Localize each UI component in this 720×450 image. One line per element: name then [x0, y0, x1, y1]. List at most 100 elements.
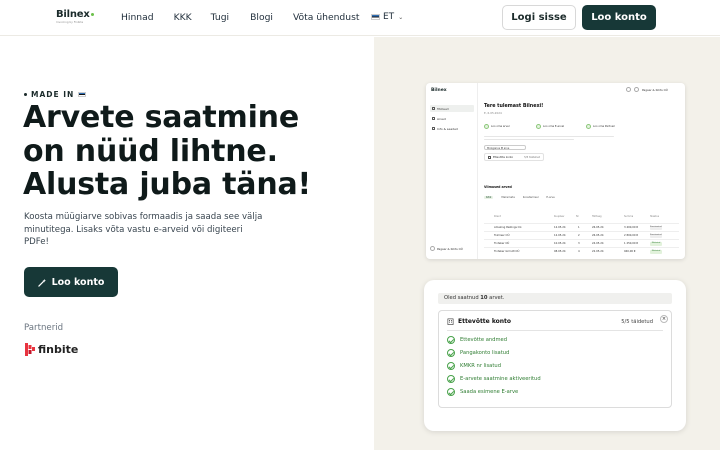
app-box-label: Ettevõtte konto	[493, 155, 514, 159]
app-company-box: Ettevõtte konto 5/5 täidetud	[484, 153, 544, 161]
app-col-header: Tähtaeg	[592, 215, 602, 218]
hero-signup-button[interactable]: Loo konto	[24, 267, 118, 297]
made-in-label: MADE IN	[24, 90, 87, 99]
logo-subtitle: Invoicing by Finbite	[56, 21, 84, 24]
help-icon	[634, 87, 639, 92]
app-tab: E-arve	[546, 196, 555, 199]
nav-link-kkk[interactable]: KKK	[174, 12, 192, 23]
checklist-label: Ettevõtte andmed	[460, 337, 507, 343]
app-sidebar-label: Arved	[437, 116, 446, 121]
finbite-text: finbite	[38, 343, 79, 356]
nav-link-contact[interactable]: Võta ühendust	[293, 12, 360, 23]
row-status-badge: Makstud	[650, 250, 662, 254]
logo-text: Bilnex	[56, 9, 90, 20]
step-check-icon	[536, 124, 541, 129]
row-client: Amazing Pastings Oü	[494, 226, 522, 229]
app-logo: Bilnex	[431, 88, 447, 93]
checklist-item: Saada esimene E-arve	[447, 388, 518, 396]
hero-signup-label: Loo konto	[51, 276, 105, 288]
nav-link-tugi[interactable]: Tugi	[211, 12, 229, 23]
app-sidebar-item-invoices: Arved	[430, 115, 474, 122]
gear-icon	[432, 127, 435, 130]
row-due: 22.05.24	[592, 250, 604, 253]
site-header: Bilnex Invoicing by Finbite Hinnad KKK T…	[0, 0, 720, 36]
checklist-label: E-arvete saatmine aktiveeritud	[460, 376, 541, 382]
check-circle-icon	[447, 362, 455, 370]
row-date: 08.05.24	[554, 250, 566, 253]
app-tab: Koostamisel	[522, 196, 539, 199]
logo-dot-icon	[90, 13, 94, 16]
divider	[447, 330, 663, 331]
app-col-header: Staatus	[650, 215, 660, 218]
row-status-badge: Koostamisel	[650, 226, 663, 230]
app-tab: Kõik	[484, 196, 494, 199]
check-circle-icon	[447, 336, 455, 344]
row-sum: 940,00 €	[624, 250, 636, 253]
building-icon	[488, 155, 491, 159]
onboarding-card: Oled saatnud 10 arvet. Ettevõtte konto 5…	[424, 280, 686, 431]
row-due: 24.05.24	[592, 242, 604, 245]
finbite-logo[interactable]: finbite	[24, 342, 78, 357]
row-client: Toimiser OÜ	[494, 234, 510, 237]
app-top-user: Pagaar & Kõrts OÜ	[642, 87, 668, 92]
app-step-label: Loo oma Partneri	[593, 125, 616, 128]
row-date: 10.05.24	[554, 242, 566, 245]
made-in-text: MADE IN	[31, 90, 75, 99]
app-user: Pagaar & Kõrts OÜ	[430, 246, 463, 251]
login-button[interactable]: Logi sisse	[502, 5, 576, 30]
onboarding-progress-count: 5/5 täidetud	[621, 319, 653, 325]
app-date: E, 6.05.2024	[484, 111, 502, 115]
row-client: Tinteker OÜ	[494, 242, 510, 245]
row-nr: 2	[578, 234, 580, 237]
headline-line-3: Alusta juba täna!	[23, 167, 312, 202]
checklist-label: KMKR nr lisatud	[460, 363, 501, 369]
language-selector[interactable]: ET ⌄	[371, 12, 403, 22]
check-circle-icon	[447, 375, 455, 383]
app-sidebar-label: Töölaud	[437, 106, 449, 111]
app-col-header: Summa	[624, 215, 634, 218]
app-section-title: Viimased arved	[484, 185, 512, 189]
checklist-item: E-arvete saatmine aktiveeritud	[447, 375, 541, 383]
app-welcome-title: Tere tulemast Bilnexi!	[484, 104, 544, 109]
row-due: 26.05.24	[592, 226, 604, 229]
checklist-item: Ettevõtte andmed	[447, 336, 507, 344]
onboarding-title-text: Ettevõtte konto	[458, 318, 512, 325]
close-icon[interactable]: ×	[660, 315, 668, 323]
nav-link-hinnad[interactable]: Hinnad	[121, 12, 154, 23]
estonian-flag-icon	[78, 91, 87, 98]
app-tab: Maksmata	[501, 196, 515, 199]
row-date: 12.05.24	[554, 234, 566, 237]
estonian-flag-icon	[371, 14, 380, 20]
app-filter-pill: Müügiarve ▼ arve	[484, 145, 526, 150]
checklist-label: Saada esimene E-arve	[460, 389, 519, 395]
checklist-item: KMKR nr lisatud	[447, 362, 501, 370]
main-nav: Hinnad KKK Tugi Blogi Võta ühendust	[121, 12, 359, 23]
bar-suffix: arvet.	[489, 295, 505, 301]
app-sidebar-item-dashboard: Töölaud	[430, 105, 474, 112]
table-row: Toimiser OÜ 12.05.24 2 26.05.24 2 800,00…	[484, 231, 679, 239]
table-row: Amazing Pastings Oü 12.05.24 1 26.05.24 …	[484, 223, 679, 231]
row-date: 12.05.24	[554, 226, 566, 229]
signup-button[interactable]: Loo konto	[582, 5, 656, 30]
bar-prefix: Oled saatnud	[444, 295, 479, 301]
app-step: Loo oma arvel	[484, 121, 509, 132]
table-row: Tinteker Grmutt OÜ 08.05.24 4 22.05.24 9…	[484, 247, 679, 255]
checklist-item: Pangakonto lisatud	[447, 349, 509, 357]
row-client: Tinteker Grmutt OÜ	[494, 250, 520, 253]
company-account-panel: Ettevõtte konto 5/5 täidetud × Ettevõtte…	[438, 310, 672, 408]
app-col-header: Kuupäev	[554, 215, 565, 218]
step-check-icon	[586, 124, 591, 129]
bell-icon	[626, 87, 631, 92]
language-label: ET	[383, 12, 395, 22]
app-sidebar-label: Info & seaded	[437, 126, 458, 131]
app-step-label: Loo oma arvel	[491, 125, 510, 128]
logo[interactable]: Bilnex Invoicing by Finbite	[56, 9, 94, 24]
table-row: Tinteker OÜ 10.05.24 3 24.05.24 1 250,00…	[484, 239, 679, 247]
avatar	[430, 246, 435, 251]
bullet-icon	[24, 93, 27, 96]
row-nr: 4	[578, 250, 580, 253]
nav-link-blogi[interactable]: Blogi	[250, 12, 273, 23]
app-step-label: Loo oma E-arvel	[543, 125, 565, 128]
app-box-count: 5/5 täidetud	[524, 155, 540, 159]
app-topbar: Pagaar & Kõrts OÜ	[626, 87, 668, 92]
